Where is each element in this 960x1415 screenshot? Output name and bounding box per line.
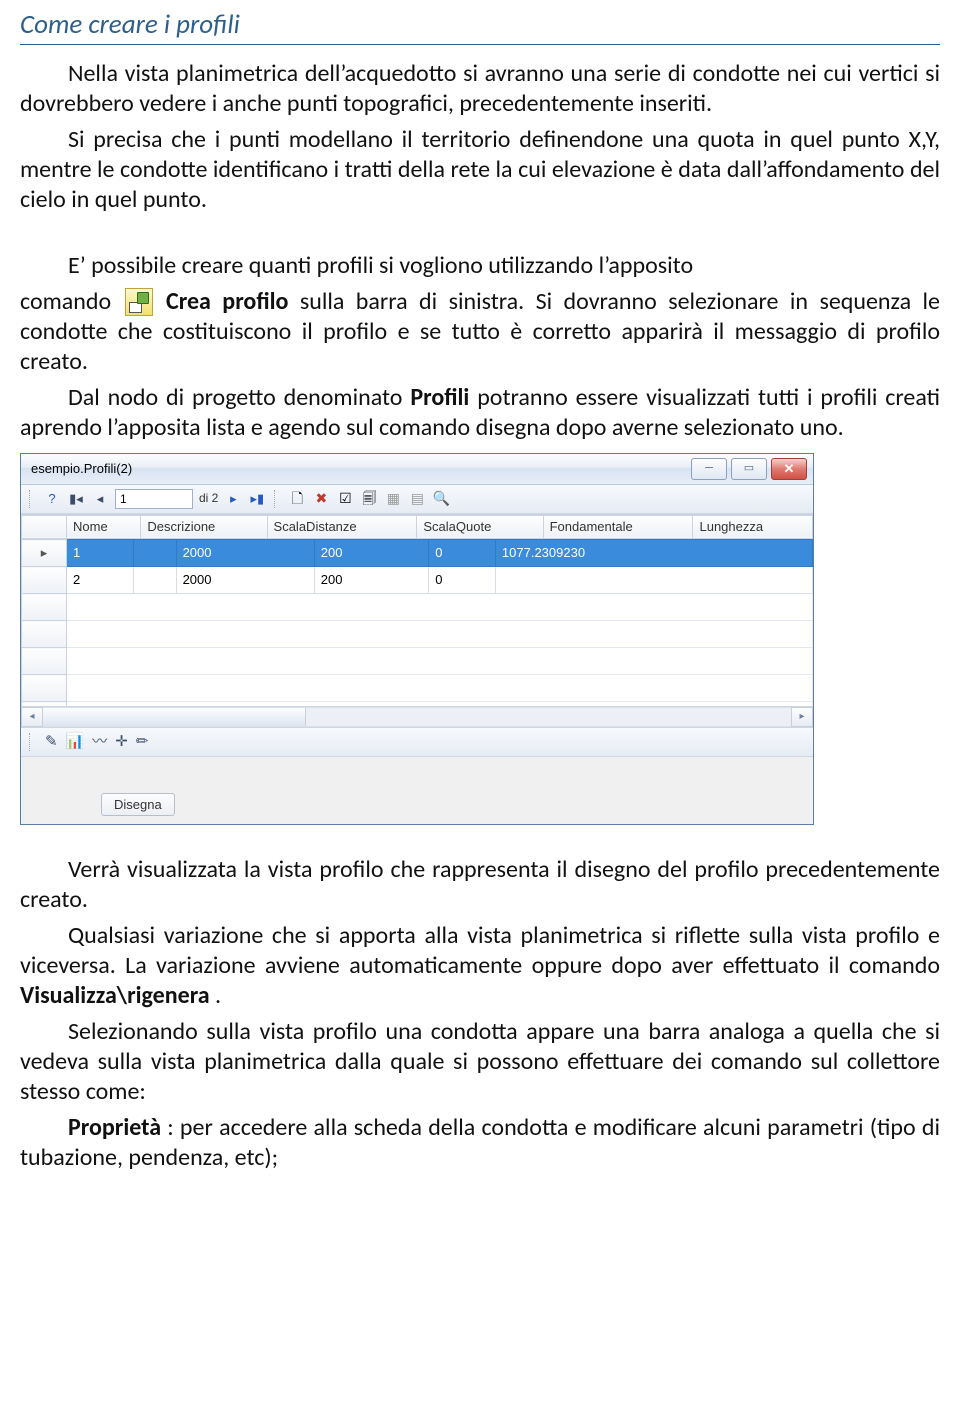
- paragraph-7: Selezionando sulla vista profilo una con…: [20, 1017, 940, 1107]
- find-icon[interactable]: 🔍: [432, 490, 450, 508]
- action-icon-2[interactable]: ▤: [408, 490, 426, 508]
- paragraph-6-post: .: [215, 981, 221, 1010]
- paragraph-8-bold: Proprietà: [68, 1113, 161, 1142]
- disegna-button[interactable]: Disegna: [101, 793, 175, 816]
- delete-icon[interactable]: ✖: [312, 490, 330, 508]
- col-descrizione[interactable]: Descrizione: [141, 515, 267, 538]
- horizontal-scrollbar[interactable]: ◂ ▸: [21, 706, 813, 727]
- table-row[interactable]: ▸ 1 2000 200 0 1077.2309230: [22, 540, 813, 567]
- grid-header-row: Nome Descrizione ScalaDistanze ScalaQuot…: [22, 515, 813, 538]
- cell-nome[interactable]: 2: [67, 567, 134, 594]
- crea-profilo-icon: [125, 288, 153, 316]
- bottom-toolbar: ✎ 📊 〰 ✛ ✏: [21, 727, 813, 757]
- help-icon[interactable]: ?: [43, 489, 61, 509]
- paragraph-6: Qualsiasi variazione che si apporta alla…: [20, 921, 940, 1011]
- cell-scalaquote[interactable]: 200: [314, 540, 428, 567]
- paragraph-1a: Nella vista planimetrica dell’acquedotto…: [20, 59, 940, 119]
- row-indicator: [22, 567, 67, 594]
- cell-lunghezza[interactable]: [495, 567, 812, 594]
- bottom-grip: [29, 733, 35, 751]
- window-spacer: [21, 757, 813, 793]
- prev-record-icon[interactable]: ◂: [91, 489, 109, 509]
- tool-icon-profile[interactable]: 〰: [92, 733, 107, 752]
- cell-descrizione[interactable]: [133, 540, 176, 567]
- paragraph-5: Verrà visualizzata la vista profilo che …: [20, 855, 940, 915]
- paragraph-3-bold: Crea profilo: [166, 287, 288, 316]
- paragraph-3-prefix: comando: [20, 287, 123, 316]
- row-header-blank: [22, 515, 67, 538]
- profili-window: esempio.Profili(2) ─ ▭ ✕ ? ▮◂ ◂ di 2 ▸ ▸…: [20, 453, 814, 825]
- col-scalaquote[interactable]: ScalaQuote: [417, 515, 543, 538]
- new-doc-icon[interactable]: 🗋: [288, 490, 306, 508]
- row-indicator-icon: ▸: [22, 540, 67, 567]
- action-icon-1[interactable]: ▦: [384, 490, 402, 508]
- paragraph-4: Dal nodo di progetto denominato Profili …: [20, 383, 940, 443]
- maximize-button[interactable]: ▭: [731, 458, 767, 480]
- cell-scaladistanze[interactable]: 2000: [176, 540, 314, 567]
- disegna-area: Disegna: [21, 793, 813, 824]
- grid: Nome Descrizione ScalaDistanze ScalaQuot…: [21, 514, 813, 727]
- page-input[interactable]: [115, 489, 193, 509]
- cell-scalaquote[interactable]: 200: [314, 567, 428, 594]
- paragraph-4-bold: Profili: [410, 383, 469, 412]
- first-record-icon[interactable]: ▮◂: [67, 489, 85, 509]
- last-record-icon[interactable]: ▸▮: [248, 489, 266, 509]
- grid-body: ▸ 1 2000 200 0 1077.2309230 2 2000 200: [21, 539, 813, 706]
- paragraph-8: Proprietà : per accedere alla scheda del…: [20, 1113, 940, 1173]
- cell-lunghezza[interactable]: 1077.2309230: [495, 540, 812, 567]
- tool-icon-pencil[interactable]: ✏: [136, 733, 149, 752]
- close-button[interactable]: ✕: [771, 458, 807, 480]
- cell-fondamentale[interactable]: 0: [429, 567, 496, 594]
- cell-nome[interactable]: 1: [67, 540, 134, 567]
- toolbar-sep-1: [274, 490, 280, 508]
- cell-descrizione[interactable]: [133, 567, 176, 594]
- window-title: esempio.Profili(2): [31, 461, 132, 477]
- scroll-thumb[interactable]: [43, 708, 306, 726]
- paragraph-2: E’ possibile creare quanti profili si vo…: [20, 251, 940, 281]
- window-buttons: ─ ▭ ✕: [691, 458, 807, 480]
- scroll-right-icon[interactable]: ▸: [791, 707, 813, 727]
- scroll-track[interactable]: [43, 707, 791, 727]
- col-fondamentale[interactable]: Fondamentale: [543, 515, 693, 538]
- paragraph-4-pre: Dal nodo di progetto denominato: [68, 383, 410, 412]
- tool-icon-1[interactable]: ✎: [45, 733, 58, 752]
- cell-scaladistanze[interactable]: 2000: [176, 567, 314, 594]
- tool-icon-chart[interactable]: 📊: [66, 733, 85, 752]
- paragraph-3: comando Crea profilo sulla barra di sini…: [20, 287, 940, 377]
- paragraph-6-pre: Qualsiasi variazione che si apporta alla…: [20, 921, 940, 980]
- col-scaladistanze[interactable]: ScalaDistanze: [267, 515, 417, 538]
- paragraph-3-rest: sulla barra di sinistra. Si dovranno sel…: [20, 287, 940, 376]
- next-record-icon[interactable]: ▸: [224, 489, 242, 509]
- paragraph-6-bold: Visualizza\rigenera: [20, 981, 210, 1010]
- toolbar: ? ▮◂ ◂ di 2 ▸ ▸▮ 🗋 ✖ ☑ 🗐 ▦ ▤ 🔍: [21, 485, 813, 514]
- scroll-left-icon[interactable]: ◂: [21, 707, 43, 727]
- paragraph-1b: Si precisa che i punti modellano il terr…: [20, 125, 940, 215]
- col-nome[interactable]: Nome: [67, 515, 141, 538]
- minimize-button[interactable]: ─: [691, 458, 727, 480]
- copy-icon[interactable]: 🗐: [360, 490, 378, 508]
- table-row[interactable]: 2 2000 200 0: [22, 567, 813, 594]
- tool-icon-marker[interactable]: ✛: [115, 733, 128, 752]
- col-lunghezza[interactable]: Lunghezza: [693, 515, 813, 538]
- section-heading: Come creare i profili: [20, 8, 940, 45]
- properties-icon[interactable]: ☑: [336, 490, 354, 508]
- page-of-label: di 2: [199, 491, 218, 506]
- titlebar: esempio.Profili(2) ─ ▭ ✕: [21, 454, 813, 485]
- toolbar-grip: [29, 490, 35, 508]
- cell-fondamentale[interactable]: 0: [429, 540, 496, 567]
